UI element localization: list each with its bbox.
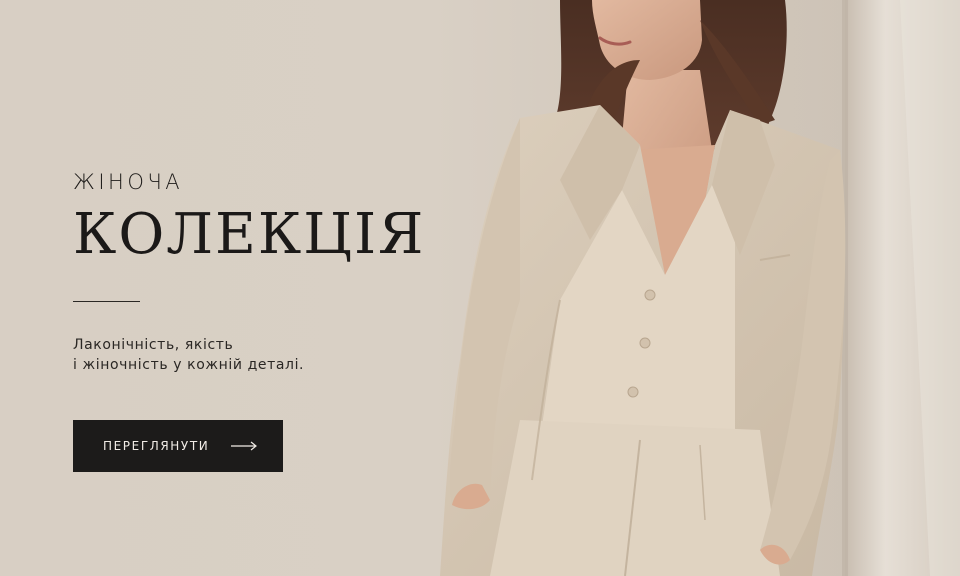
hero-headline: КОЛЕКЦІЯ	[73, 202, 426, 267]
arrow-right-icon	[231, 441, 258, 451]
hero-banner: ЖІНОЧА КОЛЕКЦІЯ Лаконічність, якість і ж…	[0, 0, 960, 576]
view-collection-button-label: ПЕРЕГЛЯНУТИ	[103, 439, 210, 453]
eyebrow-text: ЖІНОЧА	[73, 170, 184, 194]
hero-copy: ЖІНОЧА КОЛЕКЦІЯ Лаконічність, якість і ж…	[73, 172, 453, 389]
hero-tagline: Лаконічність, якість і жіночність у кожн…	[73, 335, 453, 375]
divider	[73, 301, 140, 302]
tagline-line: Лаконічність, якість	[73, 337, 234, 353]
view-collection-button[interactable]: ПЕРЕГЛЯНУТИ	[73, 420, 283, 472]
tagline-line: і жіночність у кожній деталі.	[73, 357, 305, 373]
